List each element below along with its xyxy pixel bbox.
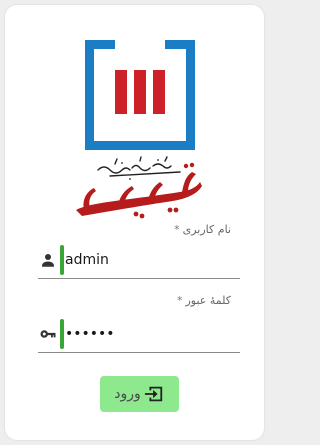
username-focus-indicator bbox=[60, 245, 64, 275]
login-enter-icon bbox=[144, 386, 162, 402]
password-label-text: کلمهٔ عبور bbox=[185, 294, 231, 307]
password-focus-indicator bbox=[60, 319, 64, 349]
password-label: کلمهٔ عبور* bbox=[177, 294, 231, 307]
tadbir-logo bbox=[85, 40, 195, 150]
username-input[interactable] bbox=[65, 246, 235, 274]
username-field[interactable] bbox=[38, 242, 240, 279]
password-input[interactable] bbox=[65, 320, 235, 348]
login-card: نام کاربری* کلمهٔ عبور* ورود bbox=[5, 5, 264, 440]
person-icon bbox=[42, 254, 54, 267]
key-icon bbox=[40, 330, 56, 338]
brand-wordmark bbox=[76, 156, 202, 219]
username-label-text: نام کاربری bbox=[182, 223, 231, 236]
username-label: نام کاربری* bbox=[174, 223, 231, 236]
login-button-label: ورود bbox=[114, 386, 141, 402]
password-field[interactable] bbox=[38, 316, 240, 353]
username-required-mark: * bbox=[174, 223, 180, 236]
password-required-mark: * bbox=[176, 294, 183, 307]
login-button[interactable]: ورود bbox=[100, 376, 179, 412]
